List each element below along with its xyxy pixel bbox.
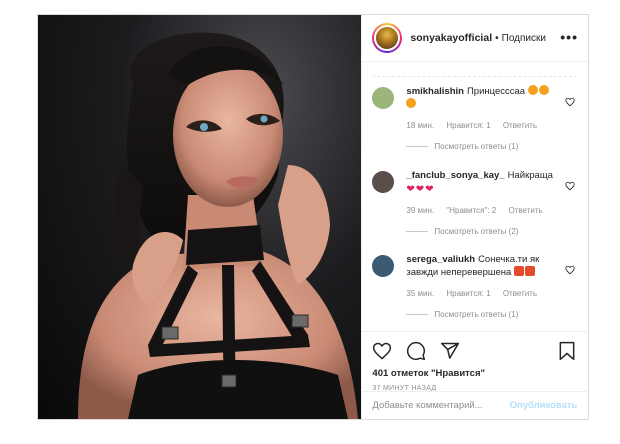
view-replies-button[interactable]: Посмотреть ответы (2)	[406, 227, 559, 236]
commenter-avatar[interactable]	[372, 255, 395, 277]
reply-button[interactable]: Ответить	[508, 206, 542, 215]
view-replies-button[interactable]: Посмотреть ответы (1)	[406, 310, 559, 319]
comment-body: Принцесссаа	[466, 86, 526, 97]
post-side-panel: sonyakayofficial • Подписки ••• smikhali…	[361, 15, 588, 419]
post-actions: 401 отметок "Нравится" 37 МИНУТ НАЗАД	[362, 331, 588, 392]
comment-text: _fanclub_sonya_kay_ Найкраща ❤❤❤	[406, 169, 559, 196]
comment-time[interactable]: 39 мин.	[406, 206, 434, 215]
emoji-icon	[538, 85, 549, 95]
small-heart-icon[interactable]	[565, 265, 575, 275]
following-button[interactable]: Подписки	[502, 33, 546, 44]
comment-meta: 18 мин. Нравится: 1 Ответить	[406, 121, 559, 130]
comment-text: serega_valiukh Сонечка.ти як завжди непер…	[406, 253, 559, 279]
view-replies-label: Посмотреть ответы (2)	[434, 227, 519, 236]
commenter-username[interactable]: serega_valiukh	[406, 254, 475, 265]
comment-input[interactable]	[372, 400, 510, 411]
comment-item: smikhalishin Принцесссаа 18 мин. Нравится…	[362, 77, 587, 161]
comment-body: Найкраща	[507, 170, 553, 181]
add-comment-bar: Опубликовать	[362, 391, 588, 419]
bookmark-icon[interactable]	[557, 341, 577, 361]
view-replies-label: Посмотреть ответы (1)	[434, 310, 519, 319]
commenter-username[interactable]: smikhalishin	[406, 86, 464, 97]
comment-time[interactable]: 18 мин.	[406, 121, 434, 130]
small-heart-icon[interactable]	[565, 97, 575, 107]
replies-divider	[406, 146, 429, 147]
small-heart-icon[interactable]	[565, 181, 575, 191]
comment-likes-count[interactable]: "Нравится": 2	[446, 206, 496, 215]
publish-button[interactable]: Опубликовать	[510, 400, 578, 411]
emoji-icon	[524, 266, 535, 276]
instagram-post: sonyakayofficial • Подписки ••• smikhali…	[37, 14, 589, 420]
heart-emoji-icon: ❤	[406, 184, 415, 195]
header-separator: •	[495, 32, 499, 44]
replies-divider	[406, 231, 429, 232]
replies-divider	[406, 314, 429, 315]
view-replies-button[interactable]: Посмотреть ответы (1)	[406, 142, 559, 151]
comment-item: _fanclub_sonya_kay_ Найкраща ❤❤❤ 39 мин. …	[362, 161, 587, 245]
author-avatar-ring[interactable]	[372, 23, 403, 53]
post-header: sonyakayofficial • Подписки •••	[362, 15, 588, 62]
commenter-username[interactable]: _fanclub_sonya_kay_	[406, 170, 504, 181]
post-photo[interactable]	[38, 15, 362, 419]
comment-likes-count[interactable]: Нравится: 1	[446, 121, 490, 130]
comment-icon[interactable]	[406, 341, 426, 361]
emoji-icon	[406, 98, 417, 108]
more-options-icon[interactable]: •••	[560, 29, 578, 45]
commenter-avatar[interactable]	[372, 87, 395, 109]
comment-meta: 39 мин. "Нравится": 2 Ответить	[406, 206, 559, 215]
reply-button[interactable]: Ответить	[503, 289, 537, 298]
heart-icon[interactable]	[372, 341, 392, 361]
portrait-illustration	[78, 32, 358, 419]
comment-likes-count[interactable]: Нравится: 1	[446, 289, 490, 298]
author-username[interactable]: sonyakayofficial	[410, 32, 492, 44]
heart-emoji-icon: ❤	[415, 184, 425, 195]
heart-emoji-icon: ❤	[425, 184, 434, 195]
share-icon[interactable]	[440, 341, 460, 361]
commenter-avatar[interactable]	[372, 171, 395, 193]
action-icons	[372, 340, 577, 362]
comment-time[interactable]: 35 мин.	[406, 289, 434, 298]
scrolled-comment-edge	[372, 63, 578, 77]
view-replies-label: Посмотреть ответы (1)	[434, 142, 519, 151]
emoji-icon	[527, 85, 538, 95]
comment-meta: 35 мин. Нравится: 1 Ответить	[406, 289, 559, 298]
reply-button[interactable]: Ответить	[503, 121, 537, 130]
emoji-icon	[513, 266, 524, 276]
comments-list[interactable]: smikhalishin Принцесссаа 18 мин. Нравится…	[362, 63, 587, 331]
likes-count[interactable]: 401 отметок "Нравится"	[372, 368, 577, 379]
comment-text: smikhalishin Принцесссаа	[406, 85, 559, 111]
author-avatar[interactable]	[374, 25, 401, 51]
comment-item: serega_valiukh Сонечка.ти як завжди непер…	[362, 245, 587, 329]
